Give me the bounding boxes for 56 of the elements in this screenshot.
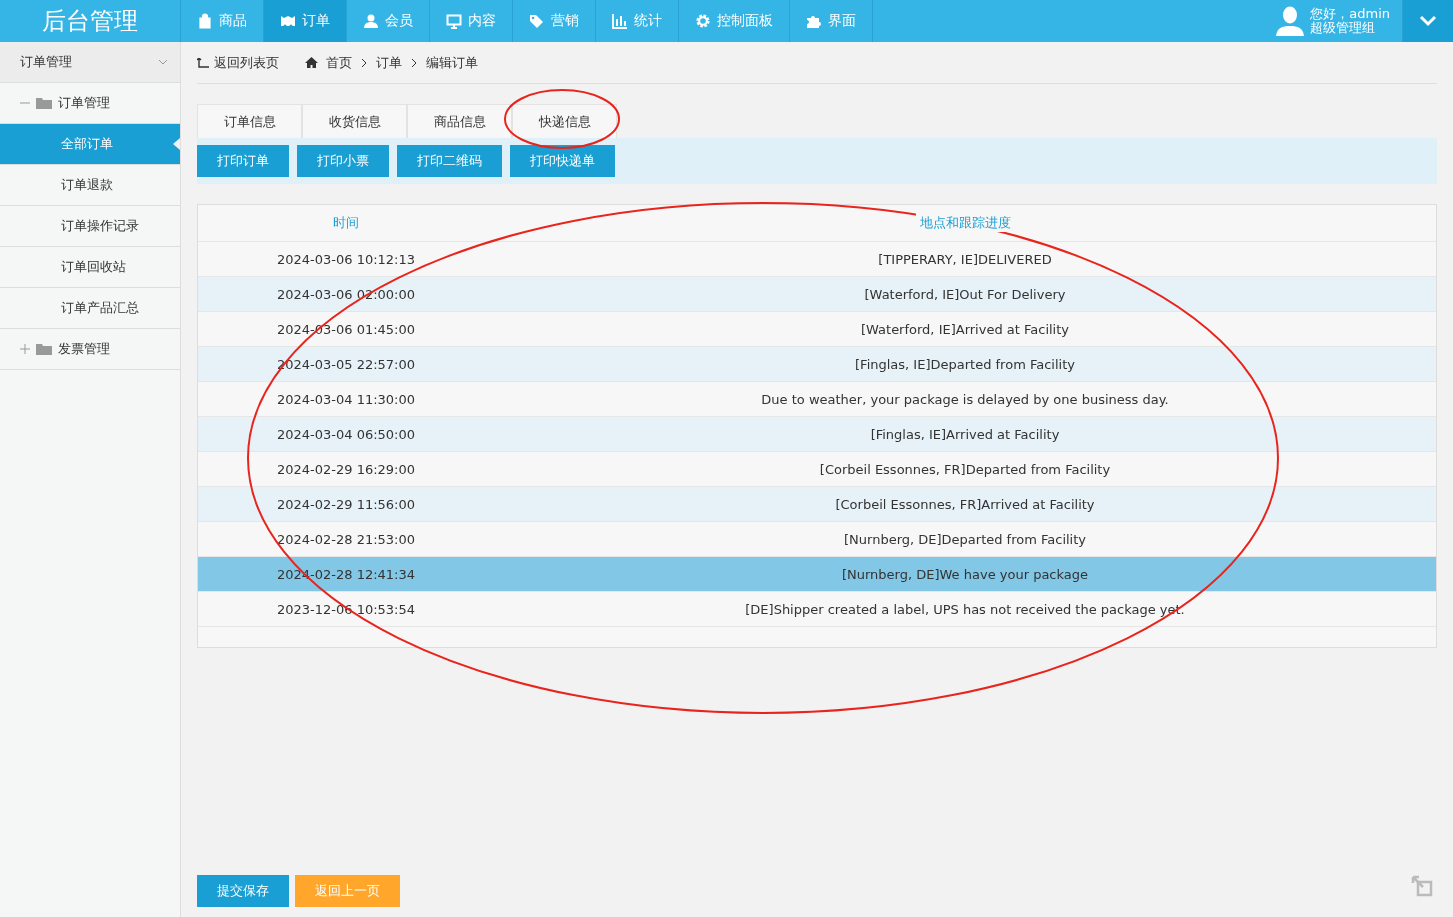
sidebar-title[interactable]: 订单管理 [0,42,180,83]
event-cell-text: [Nurnberg, DE]Departed from Facility [843,531,1087,547]
table-row[interactable]: 2024-03-04 06:50:00 [Finglas, IE]Arrived at Facility [198,417,1436,452]
breadcrumb-link[interactable]: 首页 [326,53,352,72]
time-cell-text: 2024-02-29 16:29:00 [275,461,417,477]
time-cell-text: 2024-03-06 10:12:13 [275,251,417,267]
folder-icon [36,97,52,109]
tab[interactable]: 订单信息 [197,104,302,138]
sidebar-item[interactable]: 订单产品汇总 [0,288,180,329]
monitor-icon [446,13,462,29]
folder-icon [36,343,52,355]
chevron-down-icon [158,59,168,65]
chevron-right-icon [360,57,368,68]
column-header: 时间 [332,214,360,232]
event-cell-text: [Nurnberg, DE]We have your package [840,566,1090,582]
tab[interactable]: 快递信息 [512,104,617,138]
puzzle-icon [806,13,822,29]
user-greeting: 您好，admin [1310,7,1390,21]
time-cell-text: 2024-03-04 06:50:00 [275,426,417,442]
gear-icon [695,13,711,29]
sidebar-title-text: 订单管理 [20,53,72,71]
user-avatar-icon [1276,6,1305,36]
plus-icon [20,344,30,354]
chevron-right-icon [410,57,418,68]
sidebar-item[interactable]: 订单操作记录 [0,206,180,247]
time-cell-text: 2024-02-28 21:53:00 [275,531,417,547]
chevron-down-icon [1419,15,1437,27]
tab[interactable]: 商品信息 [407,104,512,138]
bag-icon [197,13,213,29]
home-icon [305,57,318,68]
user-menu-button[interactable] [1402,0,1453,42]
event-cell-text: [Finglas, IE]Arrived at Facility [869,426,1061,442]
resize-icon[interactable] [1411,875,1433,897]
event-cell-text: [Waterford, IE]Arrived at Facility [859,321,1070,337]
table-row[interactable]: 2024-02-29 11:56:00 [Corbeil Essonnes, FR]Arrived at Facility [198,487,1436,522]
breadcrumb-link[interactable]: 订单 [376,53,402,72]
time-cell-text: 2023-12-06 10:53:54 [275,601,417,617]
event-cell-text: [Corbeil Essonnes, FR]Arrived at Facility [834,496,1096,512]
event-cell-text: [TIPPERARY, IE]DELIVERED [877,251,1053,267]
event-cell-text: [Finglas, IE]Departed from Facility [854,356,1076,372]
sidebar-item[interactable]: 订单回收站 [0,247,180,288]
event-cell-text: Due to weather, your package is delayed by one business day. [760,391,1170,407]
time-cell-text: 2024-02-29 11:56:00 [275,496,417,512]
user-role: 超级管理组 [1310,21,1377,35]
event-cell-text: [Waterford, IE]Out For Delivery [863,286,1067,302]
tag-icon [529,13,545,29]
event-cell-text: [Corbeil Essonnes, FR]Departed from Facility [818,461,1112,477]
time-cell-text: 2024-03-04 11:30:00 [275,391,417,407]
sidebar-group[interactable]: 发票管理 [0,329,180,370]
tab[interactable]: 收货信息 [302,104,407,138]
breadcrumb-link[interactable]: 编辑订单 [426,53,478,72]
back-link[interactable]: 返回列表页 [197,53,279,72]
sidebar-item[interactable]: 订单退款 [0,165,180,206]
return-arrow-icon [197,57,209,68]
user-icon [363,13,379,29]
chart-icon [612,13,628,29]
